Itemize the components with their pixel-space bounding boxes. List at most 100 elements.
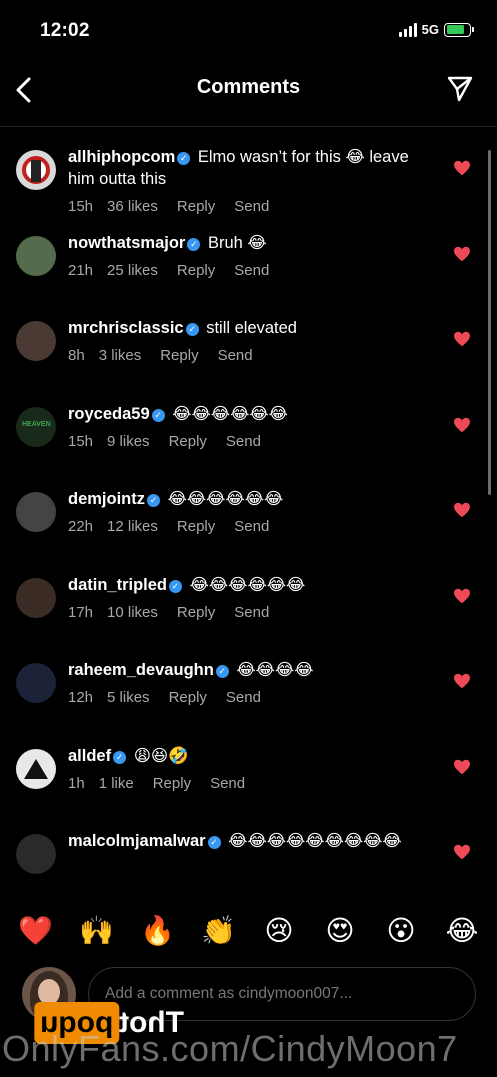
reply-button[interactable]: Reply xyxy=(177,262,215,279)
reply-button[interactable]: Reply xyxy=(177,518,215,535)
share-button[interactable] xyxy=(443,72,477,106)
comment-body: demjointz ✓ 😂😂😂😂😂😂 22h 12 likes Reply Sen… xyxy=(68,488,438,535)
reply-button[interactable]: Reply xyxy=(177,198,215,215)
emoji-quick-bar: ❤️ 🙌 🔥 👏 😢 😍 😮 😂 xyxy=(0,905,497,955)
comment-username[interactable]: royceda59 xyxy=(68,405,150,423)
comment-meta: 21h 25 likes Reply Send xyxy=(68,262,438,279)
comment-username[interactable]: demjointz xyxy=(68,490,145,508)
heart-icon[interactable] xyxy=(453,588,471,604)
quick-emoji-button[interactable]: 😮 xyxy=(384,914,418,947)
avatar[interactable] xyxy=(16,577,56,618)
comment-text: still elevated xyxy=(206,319,297,337)
watermark-url: OnlyFans.com/CindyMoon7 xyxy=(2,1028,458,1069)
send-button[interactable]: Send xyxy=(226,433,261,450)
comment-likes[interactable]: 9 likes xyxy=(107,433,150,450)
send-button[interactable]: Send xyxy=(210,775,245,792)
heart-icon[interactable] xyxy=(453,502,471,518)
quick-emoji-button[interactable]: 👏 xyxy=(201,914,236,947)
comment-username[interactable]: datin_tripled xyxy=(68,576,167,594)
reply-button[interactable]: Reply xyxy=(153,775,191,792)
heart-icon[interactable] xyxy=(453,673,471,689)
comment-row: datin_tripled ✓ 😂😂😂😂😂😂 17h 10 likes Reply… xyxy=(0,568,497,654)
comment-time: 17h xyxy=(68,603,94,621)
comment-time: 12h xyxy=(68,689,94,706)
comment-body: allhiphopcom ✓ Elmo wasn’t for this 😂 lea… xyxy=(68,146,438,215)
comment-username[interactable]: alldef xyxy=(68,747,111,765)
reply-button[interactable]: Reply xyxy=(177,604,215,621)
avatar[interactable] xyxy=(16,321,56,361)
send-button[interactable]: Send xyxy=(234,262,269,279)
comment-body: alldef ✓ 😩😆🤣 1h 1 like Reply Send xyxy=(68,745,438,792)
quick-emoji-button[interactable]: 😍 xyxy=(323,914,357,947)
comment-body: raheem_devaughn ✓ 😂😂😂😂 12h 5 likes Reply … xyxy=(68,659,438,706)
comment-time: 15h xyxy=(68,432,94,450)
heart-icon[interactable] xyxy=(453,331,471,347)
comment-meta: 12h 5 likes Reply Send xyxy=(68,689,438,706)
heart-icon[interactable] xyxy=(453,160,471,176)
avatar[interactable] xyxy=(16,492,56,532)
comment-likes[interactable]: 12 likes xyxy=(107,518,158,535)
comment-username[interactable]: raheem_devaughn xyxy=(68,661,214,679)
comment-likes[interactable]: 5 likes xyxy=(107,689,150,706)
send-button[interactable]: Send xyxy=(234,198,269,215)
comment-likes[interactable]: 25 likes xyxy=(107,262,158,279)
verified-badge-icon: ✓ xyxy=(113,750,127,764)
comment-text-line: mrchrisclassic ✓ still elevated xyxy=(68,317,438,339)
comment-likes[interactable]: 10 likes xyxy=(107,604,158,621)
reply-button[interactable]: Reply xyxy=(160,347,198,364)
quick-emoji-button[interactable]: 😢 xyxy=(262,914,296,947)
send-button[interactable]: Send xyxy=(234,518,269,535)
send-button[interactable]: Send xyxy=(234,604,269,621)
verified-badge-icon: ✓ xyxy=(147,494,160,507)
send-button[interactable]: Send xyxy=(218,347,253,364)
comment-text: 😩😆🤣 xyxy=(133,746,189,765)
status-bar: 12:02 5G xyxy=(0,0,497,62)
comment-username[interactable]: nowthatsmajor xyxy=(68,234,185,252)
avatar[interactable] xyxy=(16,150,56,190)
comment-likes[interactable]: 36 likes xyxy=(107,198,158,215)
status-time: 12:02 xyxy=(40,20,90,41)
quick-emoji-button[interactable]: 😂 xyxy=(445,914,479,947)
comment-time: 15h xyxy=(68,198,94,215)
heart-icon[interactable] xyxy=(453,417,471,433)
scrollbar[interactable] xyxy=(488,150,491,495)
comment-time: 21h xyxy=(68,261,94,279)
send-button[interactable]: Send xyxy=(226,689,261,706)
avatar[interactable] xyxy=(16,235,56,276)
quick-emoji-button[interactable]: ❤️ xyxy=(18,914,53,947)
comment-body: mrchrisclassic ✓ still elevated 8h 3 like… xyxy=(68,317,438,364)
comment-username[interactable]: mrchrisclassic xyxy=(68,319,184,337)
paper-plane-icon xyxy=(447,76,473,102)
comment-text: 😂😂😂😂 xyxy=(236,661,314,679)
avatar[interactable] xyxy=(16,663,56,703)
comment-text: 😂😂😂😂😂😂😂😂😂 xyxy=(228,832,402,850)
verified-badge-icon: ✓ xyxy=(215,665,229,678)
avatar[interactable] xyxy=(16,834,56,874)
verified-badge-icon: ✓ xyxy=(169,579,183,593)
heart-icon[interactable] xyxy=(453,759,471,775)
avatar[interactable]: HEAVEN xyxy=(16,406,56,447)
heart-icon[interactable] xyxy=(453,246,471,262)
reply-button[interactable]: Reply xyxy=(169,689,207,706)
verified-badge-icon: ✓ xyxy=(185,323,199,336)
comment-text-line: alldef ✓ 😩😆🤣 xyxy=(68,745,438,767)
page-title: Comments xyxy=(196,76,301,98)
comments-list[interactable]: allhiphopcom ✓ Elmo wasn’t for this 😂 lea… xyxy=(0,140,497,895)
quick-emoji-button[interactable]: 🙌 xyxy=(79,914,114,947)
comment-meta: 1h 1 like Reply Send xyxy=(68,775,438,792)
comment-text-line: raheem_devaughn ✓ 😂😂😂😂 xyxy=(68,659,438,681)
battery-icon xyxy=(444,22,474,37)
comment-username[interactable]: malcolmjamalwar xyxy=(68,832,206,850)
quick-emoji-button[interactable]: 🔥 xyxy=(140,914,175,947)
avatar[interactable] xyxy=(16,748,56,789)
comment-likes[interactable]: 1 like xyxy=(99,775,134,792)
comment-time: 1h xyxy=(68,774,85,792)
heart-icon[interactable] xyxy=(453,844,471,860)
comment-text-line: demjointz ✓ 😂😂😂😂😂😂 xyxy=(68,488,438,510)
comment-row: raheem_devaughn ✓ 😂😂😂😂 12h 5 likes Reply … xyxy=(0,653,497,739)
reply-button[interactable]: Reply xyxy=(169,433,207,450)
comment-meta: 15h 9 likes Reply Send xyxy=(68,433,438,450)
comment-text: 😂😂😂😂😂😂 xyxy=(172,404,288,423)
comment-username[interactable]: allhiphopcom xyxy=(68,148,175,166)
comment-likes[interactable]: 3 likes xyxy=(99,347,142,364)
